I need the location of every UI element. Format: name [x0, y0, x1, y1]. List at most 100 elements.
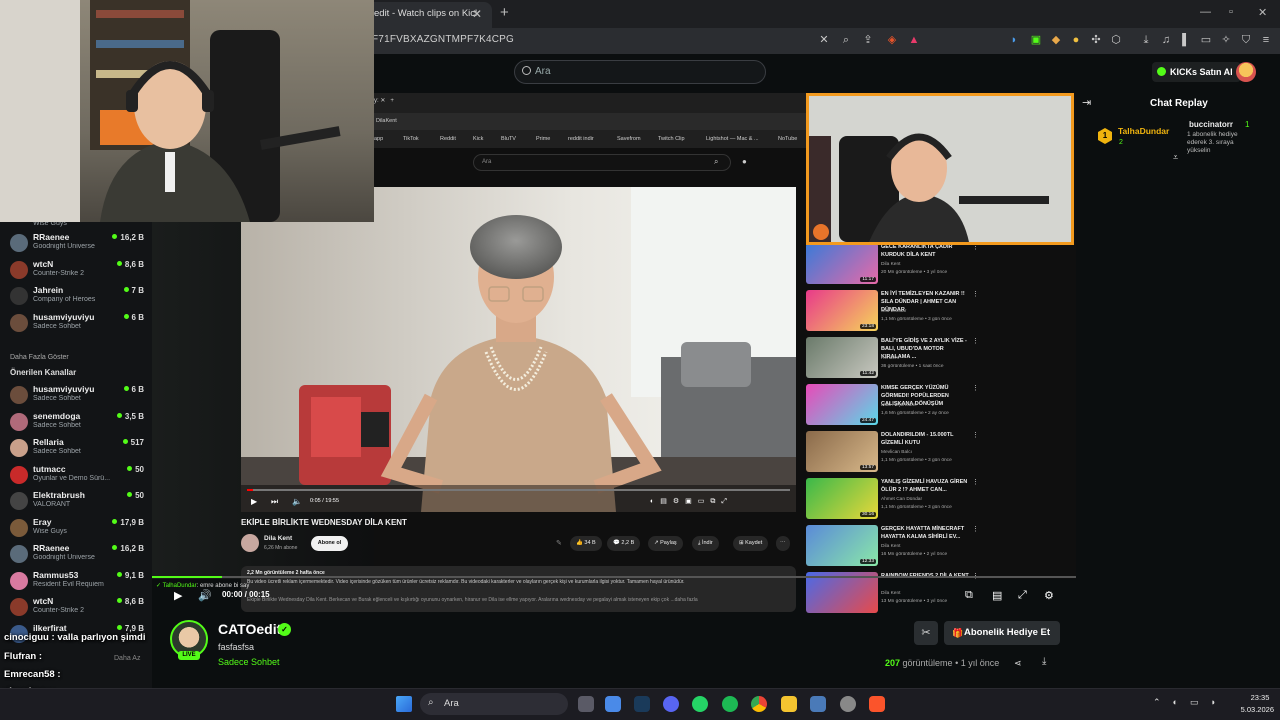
mute-icon[interactable]: ✕ — [818, 34, 830, 46]
sidebar-channel[interactable]: Rellaria Sadece Sohbet 517 — [10, 436, 148, 460]
puzzle-icon[interactable]: ✣ — [1090, 34, 1102, 46]
settings-icon[interactable]: ⚙ — [1044, 589, 1054, 602]
taskview-icon[interactable] — [578, 696, 594, 712]
tray-icons[interactable]: ⌃◐▭◗ — [1153, 697, 1228, 708]
sidebar-channel[interactable]: tutmacc Oyunlar ve Demo Sürü... 50 — [10, 463, 148, 487]
video-channel[interactable]: Sıla Dündar — [881, 309, 906, 314]
bookmark-item[interactable]: TikTok — [403, 136, 419, 142]
new-tab-button[interactable]: + — [500, 4, 509, 21]
restore-icon[interactable]: ▫ — [1229, 6, 1233, 18]
extension-icon[interactable]: ● — [1070, 34, 1082, 46]
tab-close-icon[interactable]: ✕ — [472, 7, 482, 21]
steam-icon[interactable] — [634, 696, 650, 712]
video-channel[interactable]: Hadi Heştireaber — [881, 403, 917, 408]
sidebar-channel[interactable]: senemdoga Sadece Sohbet 3,5 B — [10, 410, 148, 434]
app-icon[interactable] — [810, 696, 826, 712]
brave-shield-icon[interactable]: ◈ — [886, 34, 898, 46]
recommended-video[interactable]: 30:16 YANLIŞ GİZEMLİ HAVUZA GİREN ÖLÜR 2 … — [806, 478, 1006, 522]
bookmark-item[interactable]: app — [374, 136, 383, 142]
sidebar-channel[interactable]: RRaenee Goodnight Universe 16,2 B — [10, 231, 148, 255]
vpn-icon[interactable]: ⛉ — [1240, 34, 1252, 46]
start-icon[interactable] — [396, 696, 412, 712]
video-channel[interactable]: Dila Kent — [881, 591, 900, 596]
sidebar-channel[interactable]: wtcN Counter-Strike 2 8,6 B — [10, 258, 148, 282]
recommended-video[interactable]: RAINBOW FRIENDS 2 DİLA KENTDila Kent13 M… — [806, 572, 1006, 616]
video-thumbnail[interactable]: 23:18 — [806, 290, 878, 331]
video-title[interactable]: GERÇEK HAYATTA MİNECRAFT HAYATTA KALMA S… — [881, 525, 973, 541]
video-channel[interactable]: Hendem — [881, 356, 899, 361]
whatsapp-icon[interactable] — [692, 696, 708, 712]
show-more-link[interactable]: Daha Fazla Göster — [10, 346, 69, 364]
search-input[interactable]: Ara — [514, 60, 766, 84]
explorer-icon[interactable] — [781, 696, 797, 712]
video-more-icon[interactable]: ⋮ — [972, 384, 979, 392]
media-icon[interactable]: ♫ — [1160, 34, 1172, 46]
collapse-chat-icon[interactable]: ⇥ — [1082, 96, 1091, 109]
video-title[interactable]: DOLANDIRILDIM - 15.000TL GİZEMLİ KUTU — [881, 431, 973, 447]
sidebar-channel[interactable]: husamviyuviyu Sadece Sohbet 6 B — [10, 383, 148, 407]
extension-icon[interactable]: ⬡ — [1110, 34, 1122, 46]
sidebar-channel[interactable]: Elektrabrush VALORANT 50 — [10, 489, 148, 513]
yt-channel-name[interactable]: Dila Kent — [264, 535, 292, 542]
video-more-icon[interactable]: ⋮ — [972, 431, 979, 439]
youtube-search-input[interactable]: Ara — [473, 154, 731, 171]
sidebar-channel[interactable]: husamviyuviyu Sadece Sohbet 6 B — [10, 311, 148, 335]
video-channel[interactable]: Dila Kent — [881, 544, 900, 549]
yt-channel-avatar[interactable] — [241, 534, 259, 552]
bookmark-item[interactable]: Kick — [473, 136, 483, 142]
yt-subscribe-button[interactable]: Abone ol — [311, 536, 348, 551]
leaderboard-user[interactable]: buccinatorr — [1189, 120, 1233, 129]
share-icon[interactable]: ⋖ — [1014, 658, 1022, 669]
download-icon[interactable]: ⤓ — [1042, 656, 1046, 667]
video-more-icon[interactable]: ⋮ — [972, 290, 979, 298]
taskbar-search[interactable]: Ara — [420, 693, 568, 715]
recommended-video[interactable]: 23:18 EN İYİ TEMİZLEYEN KAZANIR !! Sıla D… — [806, 290, 1006, 334]
video-thumbnail[interactable] — [806, 572, 878, 613]
close-window-icon[interactable]: ✕ — [1258, 6, 1267, 19]
volume-icon[interactable]: 🔊 — [198, 589, 212, 602]
youtube-search-icon[interactable]: ⌕ — [714, 157, 718, 167]
theater-icon[interactable]: ▤ — [992, 589, 1002, 602]
video-thumbnail[interactable]: 24:47 — [806, 384, 878, 425]
video-title[interactable]: YANLIŞ GİZEMLİ HAVUZA GİREN ÖLÜR 2 !? Ah… — [881, 478, 973, 494]
top-gifter-name[interactable]: TalhaDundar — [1118, 126, 1169, 136]
yt-share-button[interactable]: ↗ Paylaş — [648, 536, 683, 551]
yt-save-button[interactable]: ⊞ Kaydet — [733, 536, 769, 551]
video-more-icon[interactable]: ⋮ — [972, 337, 979, 345]
bookmark-item[interactable]: Prime — [536, 136, 550, 142]
expand-icon[interactable]: ⩡ — [1173, 152, 1178, 163]
app-icon[interactable] — [840, 696, 856, 712]
video-channel[interactable]: Ahmet Can Dündar — [881, 497, 922, 502]
sidebar-channel[interactable]: Eray Wise Guys 17,9 B — [10, 516, 148, 540]
yt-play-icon[interactable]: ▶ — [251, 497, 257, 506]
clip-icon[interactable]: ✂ — [914, 621, 938, 645]
mic-icon[interactable]: ● — [742, 157, 747, 166]
leo-icon[interactable]: ✧ — [1220, 34, 1232, 46]
bookmark-item[interactable]: reddit indir — [568, 136, 594, 142]
video-thumbnail[interactable]: 12:33 — [806, 525, 878, 566]
sidebar-channel[interactable]: RRaenee Goodnight Universe 16,2 B — [10, 542, 148, 566]
recommended-video[interactable]: 11:42 BALİ'YE GİDİŞ VE 2 AYLIK VİZE - Bal… — [806, 337, 1006, 381]
video-thumbnail[interactable]: 11:42 — [806, 337, 878, 378]
recommended-video[interactable]: 24:47 Kimse Gerçek Yüzümü Görmedi! Popüle… — [806, 384, 1006, 428]
video-title[interactable]: GECE KARANLIKTA ÇADIR KURDUK DİLA KENT — [881, 243, 973, 259]
user-avatar[interactable] — [1236, 62, 1256, 82]
discord-icon[interactable] — [663, 696, 679, 712]
bookmark-item[interactable]: Savefrom — [617, 136, 641, 142]
recommended-video[interactable]: 13:57 DOLANDIRILDIM - 15.000TL GİZEMLİ KU… — [806, 431, 1006, 475]
recommended-video[interactable]: 11:17 GECE KARANLIKTA ÇADIR KURDUK DİLA K… — [806, 243, 1006, 287]
play-icon[interactable]: ▶ — [174, 589, 182, 602]
video-thumbnail[interactable]: 30:16 — [806, 478, 878, 519]
url-text[interactable]: F71FVBXAZGNTMPF7K4CPG — [372, 34, 514, 45]
fullscreen-icon[interactable]: ⤢ — [1018, 589, 1027, 602]
bookmark-item[interactable]: BluTV — [501, 136, 516, 142]
yt-more-icon[interactable]: ⋯ — [776, 536, 790, 551]
miniplayer-icon[interactable]: ⧉ — [965, 589, 973, 602]
sidebar-icon[interactable]: ▌ — [1180, 34, 1192, 46]
bookmark-item[interactable]: Lightshot — Mac & ... — [706, 136, 759, 142]
brave-rewards-icon[interactable]: ▲ — [908, 34, 920, 46]
bookmark-item[interactable]: Reddit — [440, 136, 456, 142]
video-more-icon[interactable]: ⋮ — [972, 525, 979, 533]
sidebar-channel[interactable]: Jahrein Company of Heroes 7 B — [10, 284, 148, 308]
store-icon[interactable] — [605, 696, 621, 712]
